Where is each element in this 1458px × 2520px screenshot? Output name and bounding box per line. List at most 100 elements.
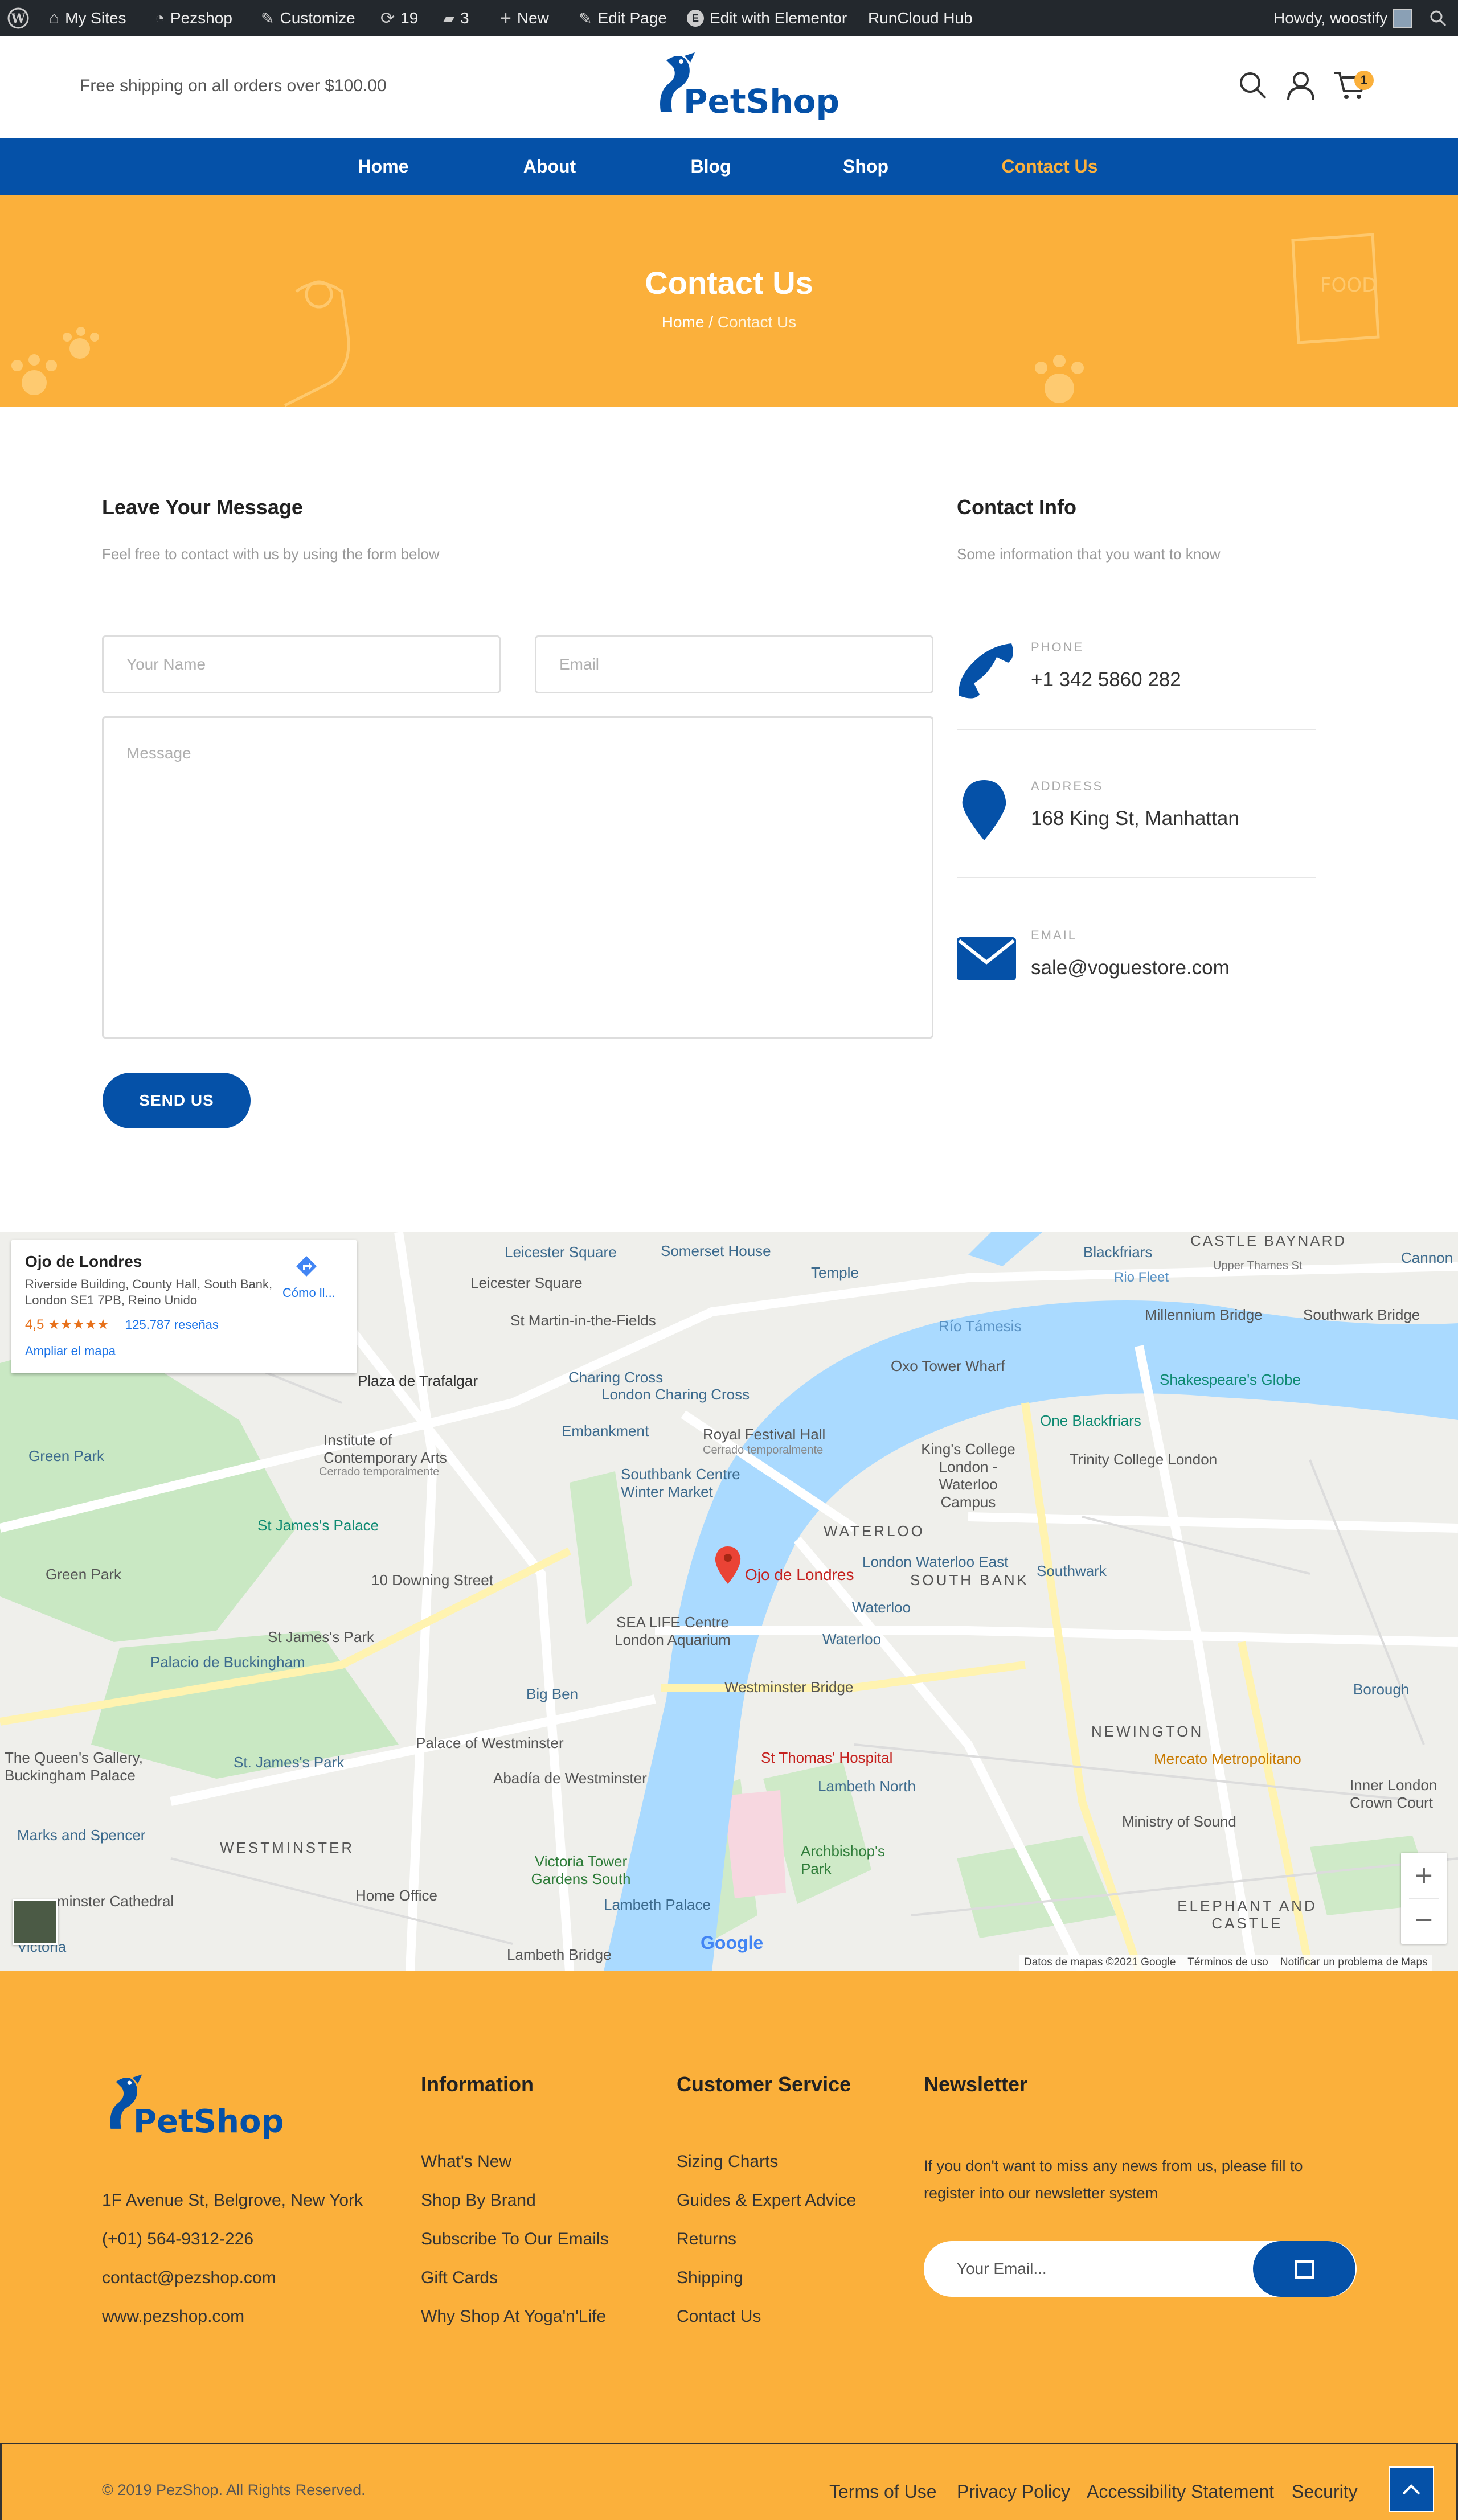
map-label: Abadía de Westminster (493, 1770, 647, 1787)
nav-item-shop[interactable]: Shop (843, 138, 888, 195)
map-label: Palace of Westminster (416, 1734, 564, 1751)
nav-item-about[interactable]: About (523, 138, 576, 195)
new-content-menu[interactable]: + New (500, 0, 549, 36)
footer-link[interactable]: Sizing Charts (677, 2152, 778, 2172)
security-link[interactable]: Security (1292, 2481, 1358, 2502)
site-header: Free shipping on all orders over $100.00… (0, 36, 1458, 138)
updates-link[interactable]: ⟳ 19 (380, 0, 418, 36)
breadcrumb-home[interactable]: Home (662, 313, 705, 331)
comments-link[interactable]: ▰ 3 (443, 0, 469, 36)
map-label: The Queen's Gallery, Buckingham Palace (5, 1749, 143, 1784)
customize-link[interactable]: ✎ Customize (261, 0, 355, 36)
place-address: Riverside Building, County Hall, South B… (25, 1277, 273, 1307)
footer-link[interactable]: Gift Cards (421, 2268, 498, 2288)
map-label: London Charing Cross (601, 1386, 750, 1403)
zoom-in-button[interactable]: + (1401, 1853, 1447, 1898)
footer-border (0, 2443, 2, 2520)
footer-link[interactable]: Shop By Brand (421, 2191, 536, 2210)
rating-stars-icon: ★★★★★ (48, 1317, 109, 1332)
map-label: Southwark (1037, 1562, 1107, 1579)
map-label: King's College London - Waterloo Campus (921, 1440, 1015, 1511)
map-label: SOUTH BANK (910, 1571, 1030, 1589)
runcloud-link[interactable]: RunCloud Hub (868, 0, 973, 36)
directions-icon[interactable] (294, 1254, 319, 1279)
map-label: Cerrado temporalmente (703, 1444, 824, 1456)
email-value[interactable]: sale@voguestore.com (1031, 957, 1230, 979)
map-label: Leicester Square (505, 1243, 617, 1261)
footer-link[interactable]: Why Shop At Yoga'n'Life (421, 2307, 606, 2326)
map-terms-link[interactable]: Términos de uso (1187, 1956, 1268, 1968)
email-placeholder: Email (559, 655, 600, 673)
privacy-link[interactable]: Privacy Policy (957, 2481, 1070, 2502)
send-button[interactable]: SEND US (103, 1073, 251, 1128)
user-avatar (1393, 9, 1413, 28)
embedded-map[interactable]: Leicester Square Somerset House Temple B… (0, 1232, 1458, 1971)
breadcrumb-current: Contact Us (717, 313, 797, 331)
footer-divider (0, 2443, 1458, 2444)
edit-elementor-link[interactable]: E Edit with Elementor (687, 0, 847, 36)
map-label: Cannon (1401, 1249, 1453, 1266)
footer-link[interactable]: Shipping (677, 2268, 743, 2288)
enlarge-map-link[interactable]: Ampliar el mapa (25, 1344, 116, 1358)
account-menu[interactable]: Howdy, woostify (1273, 0, 1413, 36)
message-textarea[interactable]: Message (102, 716, 933, 1039)
accessibility-link[interactable]: Accessibility Statement (1087, 2481, 1274, 2502)
account-icon[interactable] (1285, 69, 1317, 101)
nav-item-home[interactable]: Home (358, 138, 409, 195)
name-input[interactable]: Your Name (102, 635, 501, 693)
site-name-menu[interactable]: ◔ Pezshop (155, 0, 232, 36)
footer-logo[interactable]: PetShop (100, 2071, 284, 2145)
reviews-link[interactable]: 125.787 reseñas (125, 1318, 219, 1332)
email-input[interactable]: Email (535, 635, 933, 693)
map-label: Lambeth Bridge (507, 1946, 612, 1963)
name-placeholder: Your Name (126, 655, 206, 673)
edit-page-link[interactable]: ✎ Edit Page (579, 0, 667, 36)
address-label: ADDRESS (1031, 779, 1104, 793)
back-to-top-button[interactable] (1389, 2466, 1434, 2512)
admin-search-icon[interactable] (1428, 0, 1448, 36)
divider (957, 729, 1316, 730)
nav-item-contact[interactable]: Contact Us (1002, 138, 1098, 195)
map-label: Victoria Tower Gardens South (531, 1853, 631, 1887)
map-report-link[interactable]: Notificar un problema de Maps (1280, 1956, 1428, 1968)
site-footer: PetShop 1F Avenue St, Belgrove, New York… (0, 1971, 1458, 2520)
my-sites-menu[interactable]: ⌂ My Sites (49, 0, 126, 36)
zoom-out-button[interactable]: − (1401, 1898, 1447, 1944)
directions-link[interactable]: Cómo ll... (282, 1286, 335, 1300)
place-title: Ojo de Londres (25, 1253, 142, 1270)
phone-label: PHONE (1031, 640, 1084, 654)
footer-link[interactable]: Guides & Expert Advice (677, 2191, 856, 2210)
form-subtext: Feel free to contact with us by using th… (102, 545, 440, 563)
wordpress-logo-icon[interactable]: W (7, 0, 30, 36)
edit-elementor-label: Edit with Elementor (710, 9, 847, 27)
terms-link[interactable]: Terms of Use (829, 2481, 936, 2502)
elementor-icon: E (687, 10, 704, 27)
map-label: CASTLE BAYNARD (1190, 1232, 1347, 1249)
footer-email[interactable]: contact@pezshop.com (102, 2268, 276, 2288)
footer-link[interactable]: Returns (677, 2230, 736, 2249)
map-label: St Martin-in-the-Fields (510, 1312, 656, 1329)
map-label: Millennium Bridge (1145, 1306, 1263, 1323)
footer-website[interactable]: www.pezshop.com (102, 2307, 244, 2326)
map-label: Green Park (46, 1566, 121, 1583)
footer-link[interactable]: Contact Us (677, 2307, 761, 2326)
footer-link[interactable]: What's New (421, 2152, 511, 2172)
comments-count: 3 (460, 9, 469, 27)
newsletter-submit-button[interactable] (1253, 2241, 1355, 2297)
satellite-toggle[interactable] (13, 1899, 58, 1945)
site-logo[interactable]: PetShop (649, 49, 839, 123)
plus-icon: + (500, 7, 511, 29)
header-search-icon[interactable] (1237, 69, 1269, 101)
rating-value: 4,5 (25, 1317, 44, 1332)
svg-text:W: W (11, 11, 26, 26)
map-label: Río Támesis (939, 1318, 1022, 1335)
map-label: Marks and Spencer (17, 1827, 146, 1844)
brush-icon: ✎ (261, 9, 275, 27)
runcloud-label: RunCloud Hub (868, 9, 973, 27)
map-label: Big Ben (526, 1685, 579, 1702)
copyright-text: © 2019 PezShop. All Rights Reserved. (102, 2481, 366, 2498)
footer-link[interactable]: Subscribe To Our Emails (421, 2230, 609, 2249)
map-data-credit: Datos de mapas ©2021 Google (1024, 1956, 1176, 1968)
map-label: WATERLOO (824, 1522, 925, 1540)
nav-item-blog[interactable]: Blog (690, 138, 731, 195)
